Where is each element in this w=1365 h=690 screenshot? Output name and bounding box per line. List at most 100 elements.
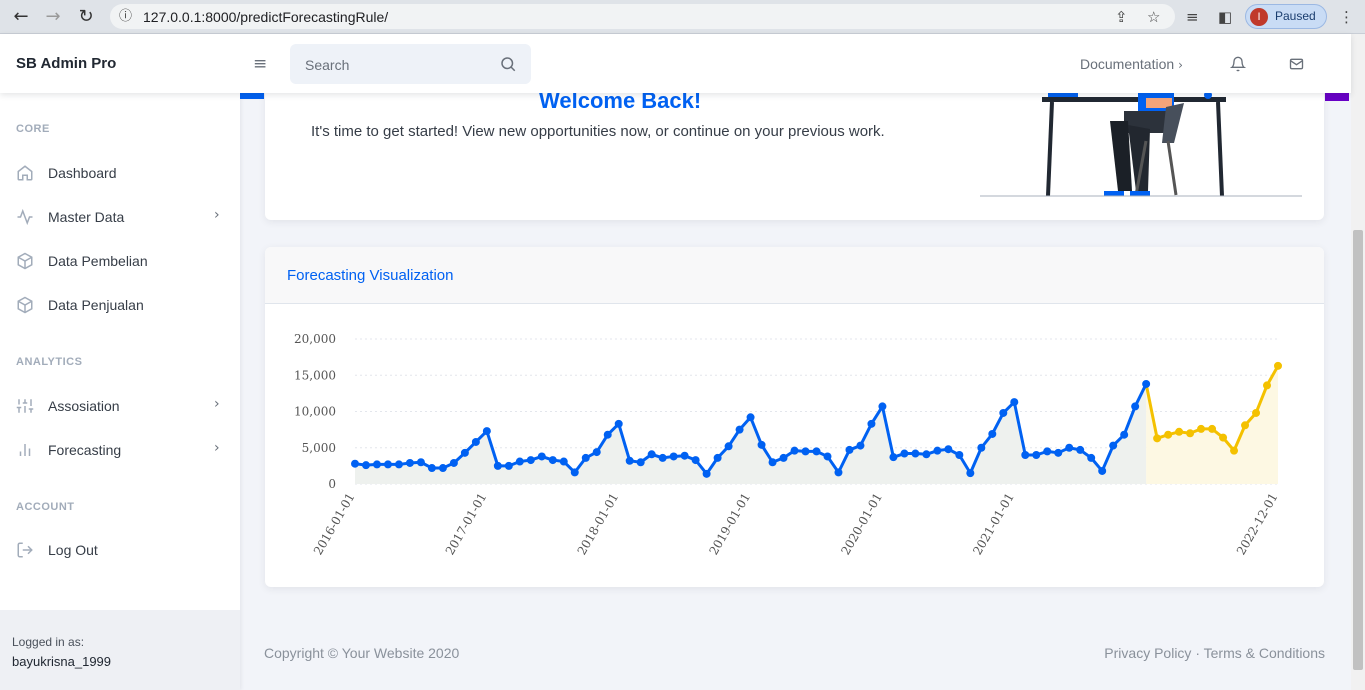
search-icon[interactable] [499,55,517,73]
actual-point [592,448,601,457]
actual-point [1021,451,1030,459]
actual-point [856,441,865,450]
side-panel-icon[interactable]: ◧ [1218,7,1232,27]
forecast-point [1186,429,1195,438]
reload-icon[interactable]: ↻ [75,6,97,28]
forecast-point [1208,424,1217,433]
documentation-link[interactable]: Documentation › [1080,56,1183,72]
actual-point [768,458,777,467]
forecast-point [1274,361,1282,370]
log-out-icon [17,542,33,558]
sidebar-item-master-data[interactable]: Master Data › [0,202,240,232]
header-accent-left [240,93,264,99]
chevron-right-icon: › [214,396,220,412]
bookmark-star-icon[interactable]: ☆ [1147,7,1160,27]
top-navbar: SB Admin Pro ≡ Search Documentation › [0,34,1351,93]
x-tick-label: 2018-01-01 [575,491,622,558]
actual-point [1076,445,1085,454]
actual-point [845,445,854,454]
actual-point [922,450,931,459]
actual-point [438,464,447,473]
actual-point [977,443,986,452]
actual-point [724,442,733,451]
menu-toggle-icon[interactable]: ≡ [253,54,267,74]
actual-point [603,430,612,439]
actual-point [1032,451,1041,459]
actual-point [559,457,568,466]
sidebar-item-assosiation[interactable]: Assosiation › [0,391,240,421]
forward-icon[interactable]: → [42,6,64,28]
home-icon [17,165,33,181]
site-info-icon[interactable]: ⓘ [119,7,132,27]
sidebar-item-label: Master Data [48,209,125,225]
bell-icon[interactable] [1230,55,1246,73]
avatar: I [1250,8,1268,26]
x-tick-label: 2021-01-01 [970,491,1017,558]
actual-point [394,460,403,469]
media-queue-icon[interactable]: ≡ [1186,7,1199,27]
chevron-right-icon: › [214,207,220,223]
section-core: CORE [16,123,50,135]
actual-point [416,458,425,467]
mail-icon[interactable] [1288,56,1305,72]
sidebar-item-dashboard[interactable]: Dashboard [0,158,240,188]
menu-kebab-icon[interactable]: ⋮ [1339,7,1354,27]
sidebar-item-label: Dashboard [48,165,117,181]
actual-point [1054,448,1063,457]
actual-point [1131,402,1140,411]
actual-point [966,469,975,478]
actual-point [878,402,887,411]
actual-point [372,460,381,469]
forecast-point [1230,446,1239,455]
section-analytics: ANALYTICS [16,356,83,368]
actual-point [526,456,535,465]
actual-point [427,464,436,473]
actual-point [834,468,843,477]
sidebar-item-label: Assosiation [48,398,120,414]
actual-point [1120,430,1129,439]
actual-point [1065,443,1074,452]
actual-point [669,452,678,461]
activity-icon [17,208,33,226]
actual-point [790,446,799,455]
actual-point [504,461,513,470]
profile-button[interactable]: I Paused [1245,4,1327,29]
scrollbar[interactable] [1351,34,1365,690]
actual-point [746,413,755,422]
sidebar-item-label: Log Out [48,542,98,558]
actual-point [944,445,953,454]
card-title: Forecasting Visualization [287,267,454,284]
forecast-card: Forecasting Visualization 0 5,000 10,000 15… [265,247,1324,587]
actual-point [625,456,634,465]
forecast-point [1153,434,1162,443]
brand[interactable]: SB Admin Pro [16,55,116,72]
scrollbar-thumb[interactable] [1353,230,1363,670]
y-tick-label: 5,000 [302,441,336,455]
actual-point [515,457,524,466]
actual-point [1087,453,1096,462]
url-text[interactable]: 127.0.0.1:8000/predictForecastingRule/ [143,9,388,25]
x-tick-label: 2017-01-01 [443,491,490,558]
y-tick-label: 10,000 [294,405,336,419]
sidebar-item-data-pembelian[interactable]: Data Pembelian [0,246,240,276]
sidebar-item-log-out[interactable]: Log Out [0,535,240,565]
actual-area [355,383,1147,484]
search-input[interactable]: Search [290,44,531,84]
browser-toolbar: ← → ↻ ⓘ 127.0.0.1:8000/predictForecastin… [0,0,1365,34]
share-icon[interactable]: ⇪ [1115,7,1128,27]
back-icon[interactable]: ← [10,6,32,28]
footer-links[interactable]: Privacy Policy · Terms & Conditions [1104,645,1325,661]
actual-point [493,461,502,470]
username: bayukrisna_1999 [12,654,112,669]
actual-point [779,453,788,462]
actual-point [383,460,392,469]
actual-point [900,449,909,458]
forecast-point [1197,424,1206,433]
actual-point [548,456,557,465]
actual-point [449,458,458,467]
sidebar-item-forecasting[interactable]: Forecasting › [0,435,240,465]
package-icon [17,296,33,314]
actual-point [867,419,876,428]
sidebar-item-data-penjualan[interactable]: Data Penjualan [0,290,240,320]
x-tick-label: 2019-01-01 [706,490,753,557]
